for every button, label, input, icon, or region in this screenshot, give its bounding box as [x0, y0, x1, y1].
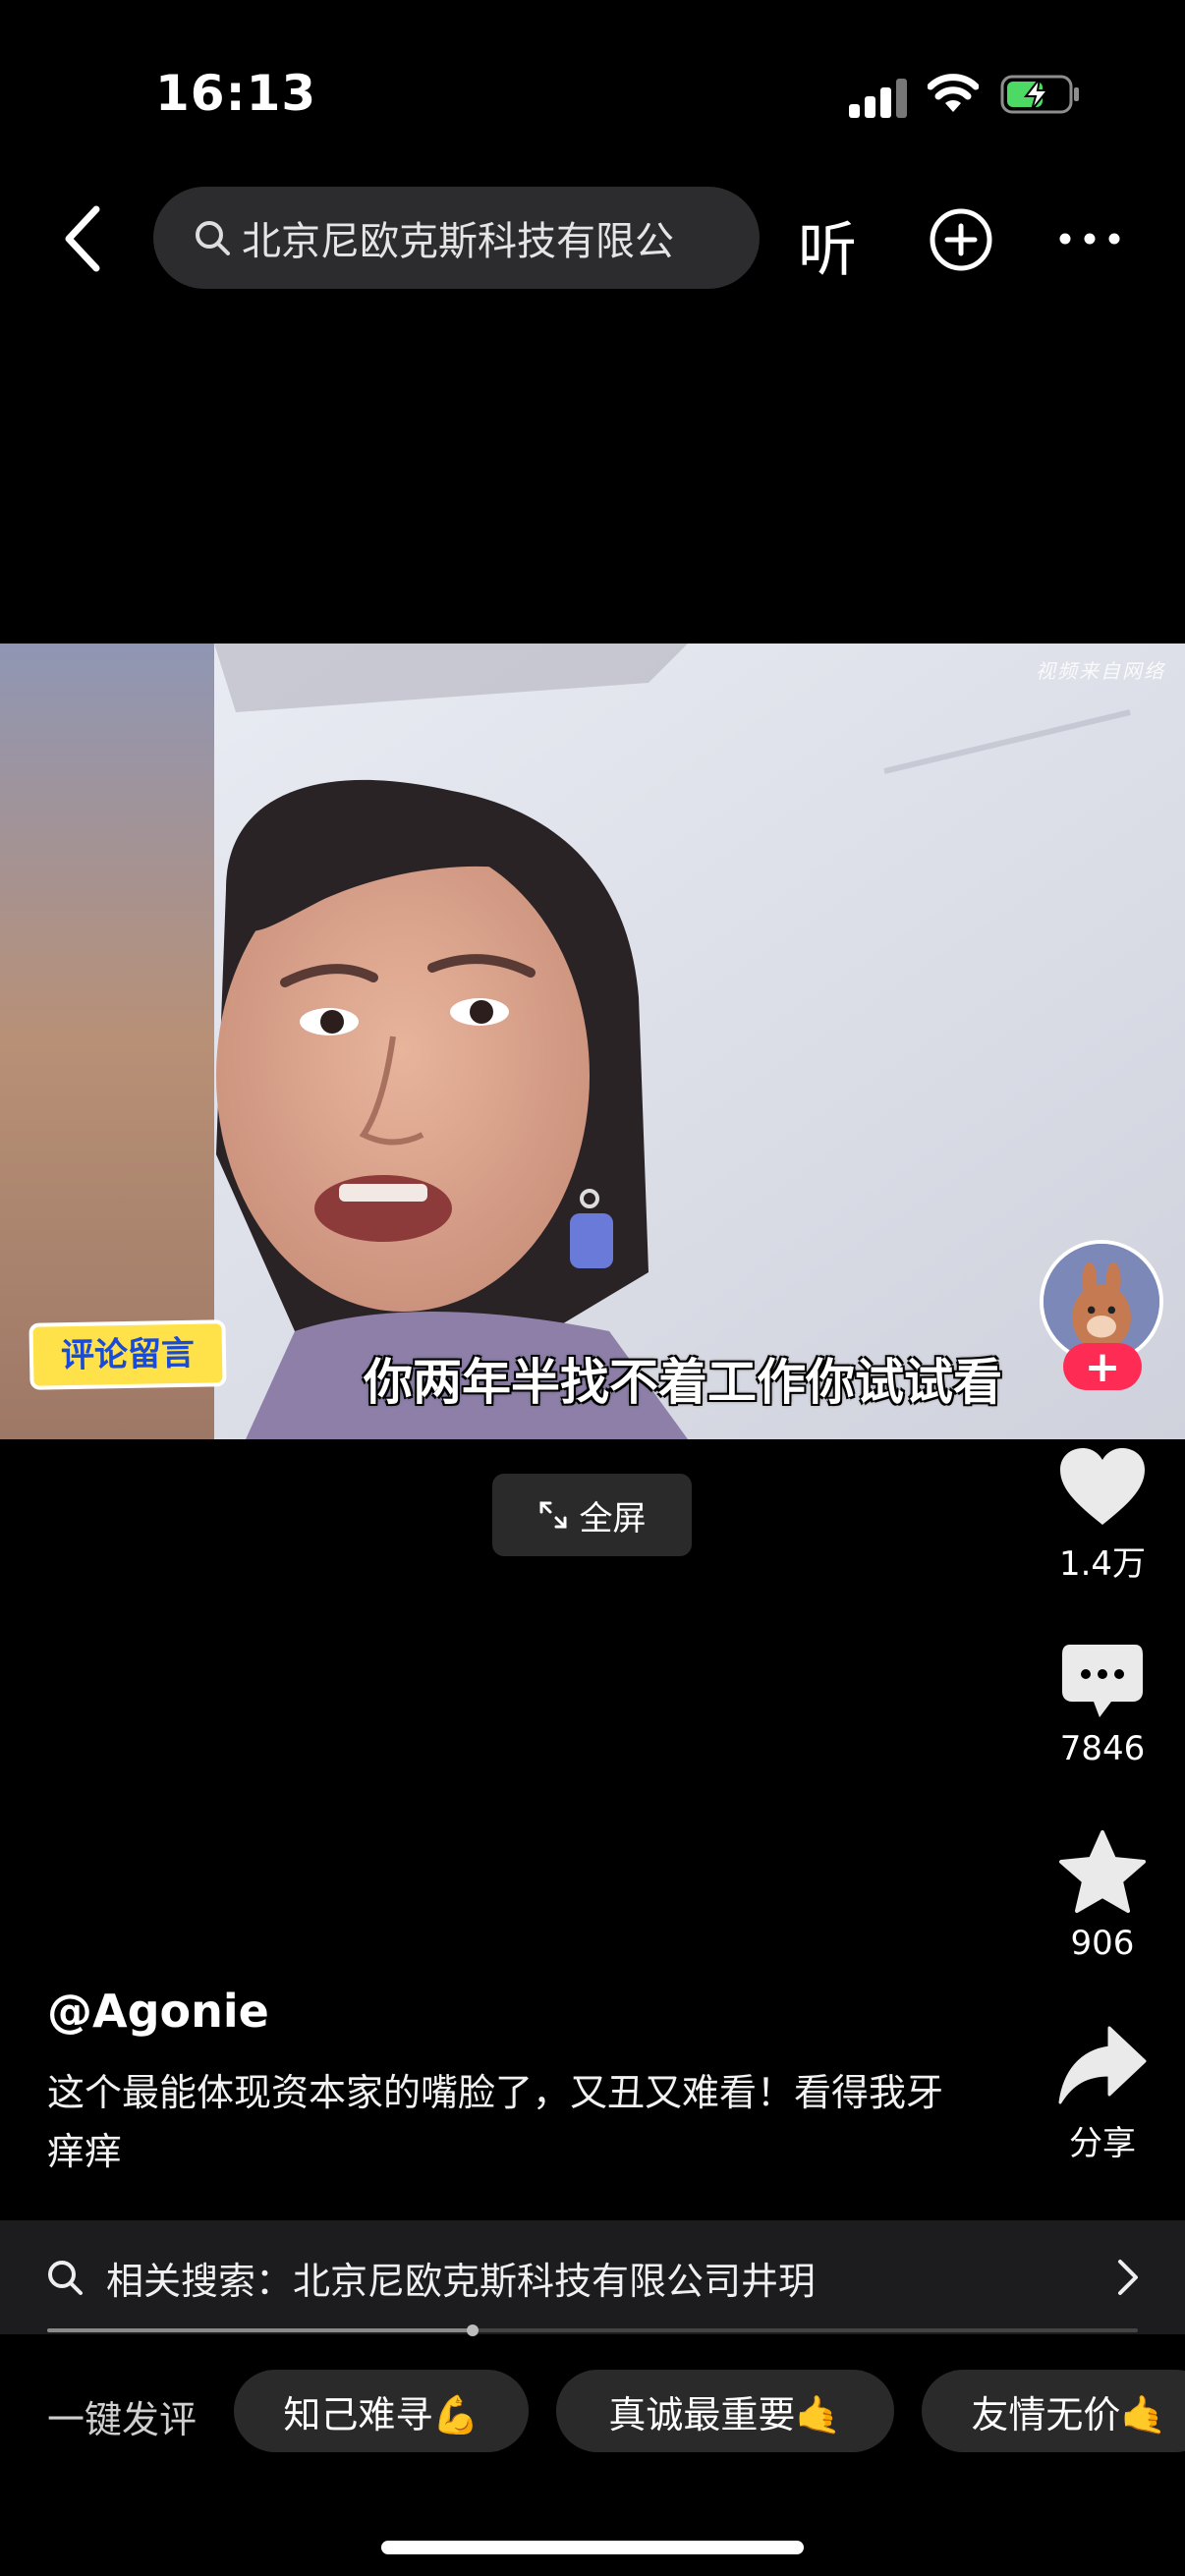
chevron-right-icon	[1118, 2260, 1138, 2295]
search-icon	[196, 221, 230, 255]
fullscreen-label: 全屏	[579, 1498, 647, 1539]
comment-count: 7846	[1059, 1729, 1146, 1768]
wifi-icon	[928, 74, 979, 112]
related-search-text: 相关搜索：北京尼欧克斯科技有限公司井玥	[106, 2259, 817, 2303]
heart-icon	[1060, 1448, 1145, 1525]
plus-icon: +	[1084, 1341, 1121, 1392]
author-name[interactable]: @Agonie	[47, 1985, 269, 2038]
cellular-signal-icon	[849, 79, 907, 118]
comment-sticker: 评论留言	[28, 1319, 227, 1390]
back-chevron-icon[interactable]	[57, 201, 112, 276]
listen-button[interactable]: 听	[798, 202, 857, 288]
quick-comment-chip[interactable]: 友情无价🤙	[922, 2370, 1185, 2452]
video-progress-fill	[47, 2328, 473, 2332]
video-progress-handle[interactable]	[466, 2324, 479, 2336]
quick-comment-chip[interactable]: 真诚最重要🤙	[556, 2370, 894, 2452]
fullscreen-button[interactable]: 全屏	[492, 1474, 692, 1556]
search-query-text: 北京尼欧克斯科技有限公	[242, 219, 674, 264]
favorite-button[interactable]: 906	[1042, 1829, 1163, 1963]
search-bar[interactable]: 北京尼欧克斯科技有限公	[153, 187, 760, 289]
related-search-bar[interactable]: 相关搜索：北京尼欧克斯科技有限公司井玥	[0, 2220, 1185, 2334]
post-caption: 这个最能体现资本家的嘴脸了，又丑又难看！看得我牙痒痒	[47, 2071, 944, 2173]
home-indicator[interactable]	[381, 2541, 804, 2554]
comment-bubble-icon	[1062, 1645, 1143, 1717]
battery-charging-icon	[1000, 75, 1079, 114]
add-circle-icon[interactable]	[928, 206, 994, 273]
like-count: 1.4万	[1058, 1544, 1147, 1584]
star-icon	[1059, 1830, 1146, 1913]
quick-comment-chip[interactable]: 知己难寻💪	[234, 2370, 529, 2452]
video-watermark: 视频来自网络	[1036, 659, 1165, 683]
favorite-count: 906	[1070, 1924, 1135, 1963]
share-button[interactable]: 分享	[1042, 2024, 1163, 2164]
like-button[interactable]: 1.4万	[1042, 1446, 1163, 1585]
share-label: 分享	[1069, 2124, 1136, 2163]
search-icon	[48, 2261, 83, 2295]
video-player[interactable]: 视频来自网络 评论留言 你两年半找不着工作你试试看	[0, 644, 1185, 1439]
more-options-icon[interactable]	[1057, 224, 1122, 253]
video-subtitle: 你两年半找不着工作你试试看	[364, 1354, 1002, 1411]
status-time: 16:13	[155, 65, 317, 122]
share-arrow-icon	[1058, 2026, 1147, 2104]
follow-plus-button[interactable]: +	[1063, 1341, 1142, 1392]
quick-comment-label: 一键发评	[47, 2398, 198, 2441]
expand-icon	[539, 1501, 566, 1529]
comment-button[interactable]: 7846	[1042, 1643, 1163, 1768]
